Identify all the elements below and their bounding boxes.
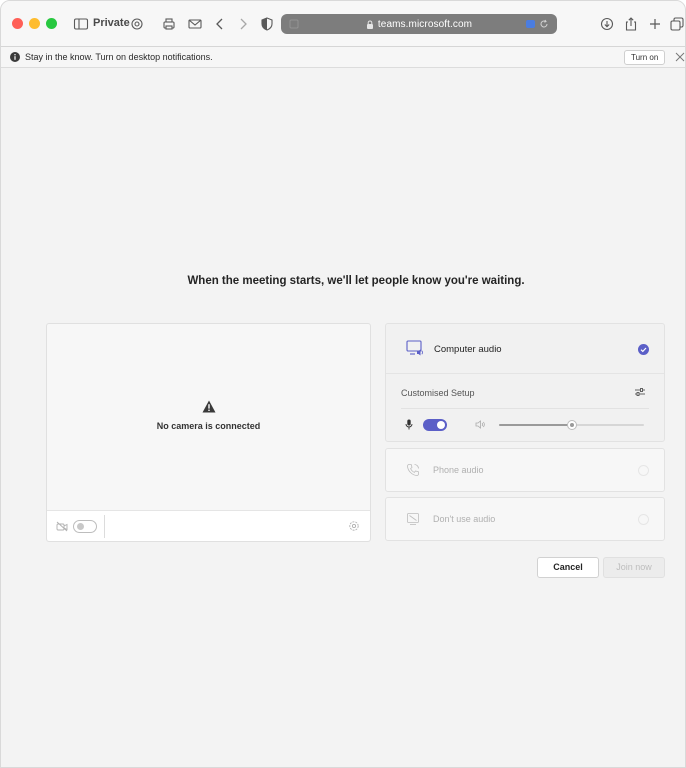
back-chevron-icon[interactable] [212,16,228,32]
info-icon [10,52,20,62]
browser-window: Private teams.microsoft.com Stay in the … [0,0,686,768]
private-label: Private [93,17,130,29]
sidebar-icon[interactable] [73,16,89,32]
phone-audio-radio[interactable] [638,465,649,476]
divider [104,515,105,538]
url-text: teams.microsoft.com [377,18,473,30]
computer-audio-label: Computer audio [434,344,502,355]
camera-controls [47,510,370,541]
warning-icon [202,400,216,413]
volume-slider-thumb[interactable] [566,420,577,430]
share-icon[interactable] [623,16,639,32]
no-audio-icon [407,513,419,525]
phone-icon [407,464,419,476]
notification-message: Stay in the know. Turn on desktop notifi… [25,52,213,62]
zoom-window-button[interactable] [46,18,57,29]
camera-off-icon [56,521,68,532]
window-controls [12,18,57,29]
close-window-button[interactable] [12,18,23,29]
mail-icon[interactable] [187,16,203,32]
computer-audio-option[interactable]: Computer audio Customised Setup [385,323,665,442]
notification-bar: Stay in the know. Turn on desktop notifi… [1,47,685,68]
microphone-icon [405,419,413,430]
address-bar[interactable]: teams.microsoft.com [281,14,557,34]
camera-toggle[interactable] [73,520,97,533]
extension-icon[interactable] [526,20,535,28]
no-camera-text: No camera is connected [156,421,261,431]
close-icon[interactable] [675,52,685,62]
browser-toolbar: Private teams.microsoft.com [1,1,685,47]
prejoin-page: When the meeting starts, we'll let peopl… [1,68,685,767]
tab-overview-icon[interactable] [669,16,685,32]
phone-audio-option[interactable]: Phone audio [385,448,665,492]
shield-icon[interactable] [259,16,275,32]
privacy-settings-icon[interactable] [129,16,145,32]
checkmark-icon [638,344,649,355]
no-audio-option[interactable]: Don't use audio [385,497,665,541]
speaker-icon [475,420,485,429]
new-tab-plus-icon[interactable] [647,16,663,32]
download-icon[interactable] [599,16,615,32]
lock-icon [366,20,373,29]
cancel-button[interactable]: Cancel [537,557,599,578]
gear-icon[interactable] [348,520,360,532]
custom-setup-label: Customised Setup [401,388,475,398]
divider [401,408,649,409]
no-audio-radio[interactable] [638,514,649,525]
forward-chevron-icon[interactable] [235,16,251,32]
audio-settings-sliders-icon[interactable] [634,386,646,398]
computer-audio-icon [406,340,423,356]
page-title: When the meeting starts, we'll let peopl… [187,275,525,287]
turn-on-button[interactable]: Turn on [624,50,666,65]
join-now-button[interactable]: Join now [603,557,665,578]
printer-icon[interactable] [161,16,177,32]
microphone-toggle[interactable] [423,419,447,431]
page-menu-icon[interactable] [289,19,299,29]
phone-audio-label: Phone audio [433,465,484,475]
computer-audio-header[interactable]: Computer audio [386,324,664,374]
reload-icon[interactable] [539,19,549,29]
no-audio-label: Don't use audio [433,514,496,524]
minimize-window-button[interactable] [29,18,40,29]
volume-slider-fill [499,424,572,426]
camera-preview: No camera is connected [46,323,371,542]
